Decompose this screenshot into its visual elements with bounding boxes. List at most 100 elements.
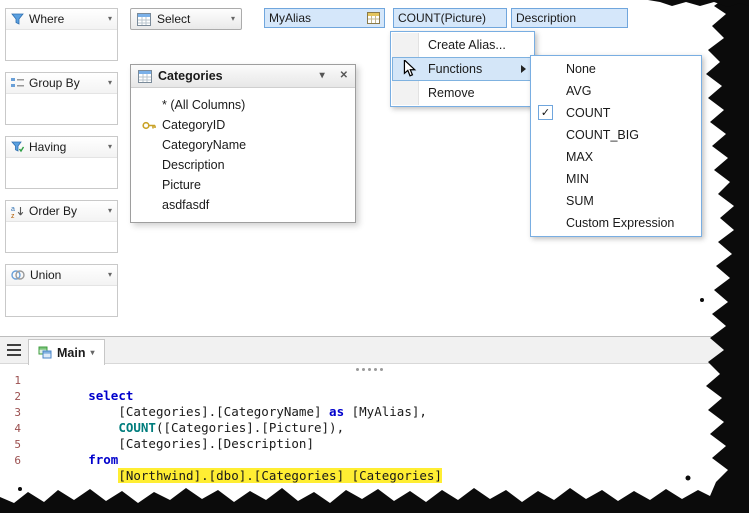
select-dropdown-button[interactable]: Select ▾ (130, 8, 242, 30)
line-number: 4 (14, 422, 21, 435)
submenu-item-sum[interactable]: SUM (532, 190, 700, 212)
select-field-chip-count-picture[interactable]: COUNT(Picture) (393, 8, 507, 28)
mouse-cursor-icon (403, 58, 418, 82)
line-number: 3 (14, 406, 21, 419)
panel-group-by-label: Group By (29, 76, 80, 90)
panel-union-header[interactable]: Union ▾ (6, 265, 117, 286)
field-label: CategoryName (162, 138, 247, 152)
check-icon: ✓ (540, 106, 551, 119)
table-icon (137, 12, 151, 26)
submenu-item-count-big[interactable]: COUNT_BIG (532, 124, 700, 146)
field-row-categoryname[interactable]: CategoryName (131, 135, 355, 155)
panel-where-label: Where (29, 12, 65, 26)
field-row-all-columns[interactable]: * (All Columns) (131, 95, 355, 115)
checked-checkbox[interactable]: ✓ (538, 105, 553, 120)
chevron-down-icon[interactable]: ▾ (108, 143, 112, 151)
sql-tab-bar (0, 337, 749, 364)
submenu-item-label: MIN (566, 172, 589, 186)
chevron-down-icon[interactable]: ▾ (108, 15, 112, 23)
sql-editor[interactable]: 1 select 2 [Categories].[CategoryName] as… (0, 364, 749, 490)
field-label: asdfasdf (162, 198, 210, 212)
menu-item-create-alias[interactable]: Create Alias... (392, 33, 533, 57)
line-number: 5 (14, 438, 21, 451)
field-icon-placeholder (141, 138, 157, 152)
tab-main-label: Main (57, 345, 86, 360)
panel-where-header[interactable]: Where ▾ (6, 9, 117, 30)
field-icon-placeholder (141, 158, 157, 172)
sort-az-icon: az (11, 205, 24, 218)
submenu-item-label: AVG (566, 84, 592, 98)
line-number: 2 (14, 390, 21, 403)
order-by-drop-area[interactable] (6, 222, 117, 252)
field-row-asdfasdf[interactable]: asdfasdf (131, 195, 355, 215)
menu-item-label: Remove (428, 86, 475, 100)
field-table-icon[interactable] (367, 12, 380, 24)
chevron-down-icon[interactable]: ▾ (108, 271, 112, 279)
line-number: 6 (14, 454, 21, 467)
field-label: * (All Columns) (162, 98, 246, 112)
submenu-item-max[interactable]: MAX (532, 146, 700, 168)
panel-where: Where ▾ (5, 8, 118, 61)
submenu-item-label: COUNT (566, 106, 611, 120)
submenu-item-custom-expression[interactable]: Custom Expression (532, 212, 700, 234)
sql-text[interactable]: 1 select 2 [Categories].[CategoryName] as… (6, 372, 442, 483)
menu-item-label: Functions (428, 62, 483, 76)
field-row-categoryid[interactable]: CategoryID (131, 115, 355, 135)
panel-having-header[interactable]: Having ▾ (6, 137, 117, 158)
sql-line-1[interactable]: 1 select (6, 372, 442, 403)
categories-title-bar[interactable]: Categories ▾ ✕ (131, 65, 355, 88)
select-field-chip-description[interactable]: Description (511, 8, 628, 28)
field-icon-placeholder (141, 178, 157, 192)
union-icon (11, 269, 25, 281)
sql-line-4[interactable]: 4 [Categories].[Description] (6, 420, 442, 451)
submenu-item-none[interactable]: None (532, 58, 700, 80)
chevron-down-icon[interactable]: ▾ (90, 348, 94, 357)
submenu-item-avg[interactable]: AVG (532, 80, 700, 102)
query-builder-window: Where ▾ Group By ▾ Having ▾ az Order By … (0, 0, 749, 513)
tab-main[interactable]: Main ▾ (28, 339, 105, 365)
having-drop-area[interactable] (6, 158, 117, 188)
submenu-item-label: Custom Expression (566, 216, 675, 230)
panel-group-by-header[interactable]: Group By ▾ (6, 73, 117, 94)
line-number: 1 (14, 374, 21, 387)
close-icon[interactable]: ✕ (340, 71, 348, 81)
sql-line-3[interactable]: 3 COUNT([Categories].[Picture]), (6, 404, 442, 435)
submenu-item-label: SUM (566, 194, 594, 208)
chevron-down-icon[interactable]: ▾ (108, 207, 112, 215)
field-icon-placeholder (141, 98, 157, 112)
field-row-description[interactable]: Description (131, 155, 355, 175)
menu-item-label: Create Alias... (428, 38, 506, 52)
menu-hamburger-icon[interactable] (7, 344, 21, 359)
collapse-chevron-icon[interactable]: ▾ (320, 71, 325, 81)
having-filter-icon (11, 141, 24, 153)
union-drop-area[interactable] (6, 286, 117, 316)
field-row-picture[interactable]: Picture (131, 175, 355, 195)
chevron-down-icon[interactable]: ▾ (108, 79, 112, 87)
submenu-item-label: COUNT_BIG (566, 128, 639, 142)
sql-token-highlighted: [Northwind].[dbo].[Categories] [Categori… (118, 468, 442, 483)
svg-text:a: a (11, 206, 15, 213)
where-drop-area[interactable] (6, 30, 117, 60)
sql-line-5[interactable]: 5 from (6, 436, 442, 467)
submenu-arrow-icon (521, 65, 526, 73)
menu-item-remove[interactable]: Remove (392, 81, 533, 105)
select-field-chip-myalias[interactable]: MyAlias (264, 8, 385, 28)
field-label: Description (162, 158, 225, 172)
group-by-drop-area[interactable] (6, 94, 117, 124)
group-by-icon (11, 77, 24, 89)
panel-order-by-header[interactable]: az Order By ▾ (6, 201, 117, 222)
categories-field-list: * (All Columns) CategoryID CategoryName … (131, 88, 355, 222)
field-icon-placeholder (141, 198, 157, 212)
chip-label: Description (516, 11, 577, 25)
categories-table-window: Categories ▾ ✕ * (All Columns) CategoryI… (130, 64, 356, 223)
panel-having: Having ▾ (5, 136, 118, 189)
functions-submenu: None AVG ✓ COUNT COUNT_BIG MAX MIN SUM C… (530, 55, 702, 237)
splitter-grip[interactable] (356, 368, 383, 371)
submenu-item-label: None (566, 62, 596, 76)
sql-line-2[interactable]: 2 [Categories].[CategoryName] as [MyAlia… (6, 388, 442, 419)
submenu-item-count[interactable]: ✓ COUNT (532, 102, 700, 124)
sql-line-6[interactable]: 6 [Northwind].[dbo].[Categories] [Catego… (6, 452, 442, 483)
panel-union-label: Union (30, 268, 62, 282)
submenu-item-min[interactable]: MIN (532, 168, 700, 190)
